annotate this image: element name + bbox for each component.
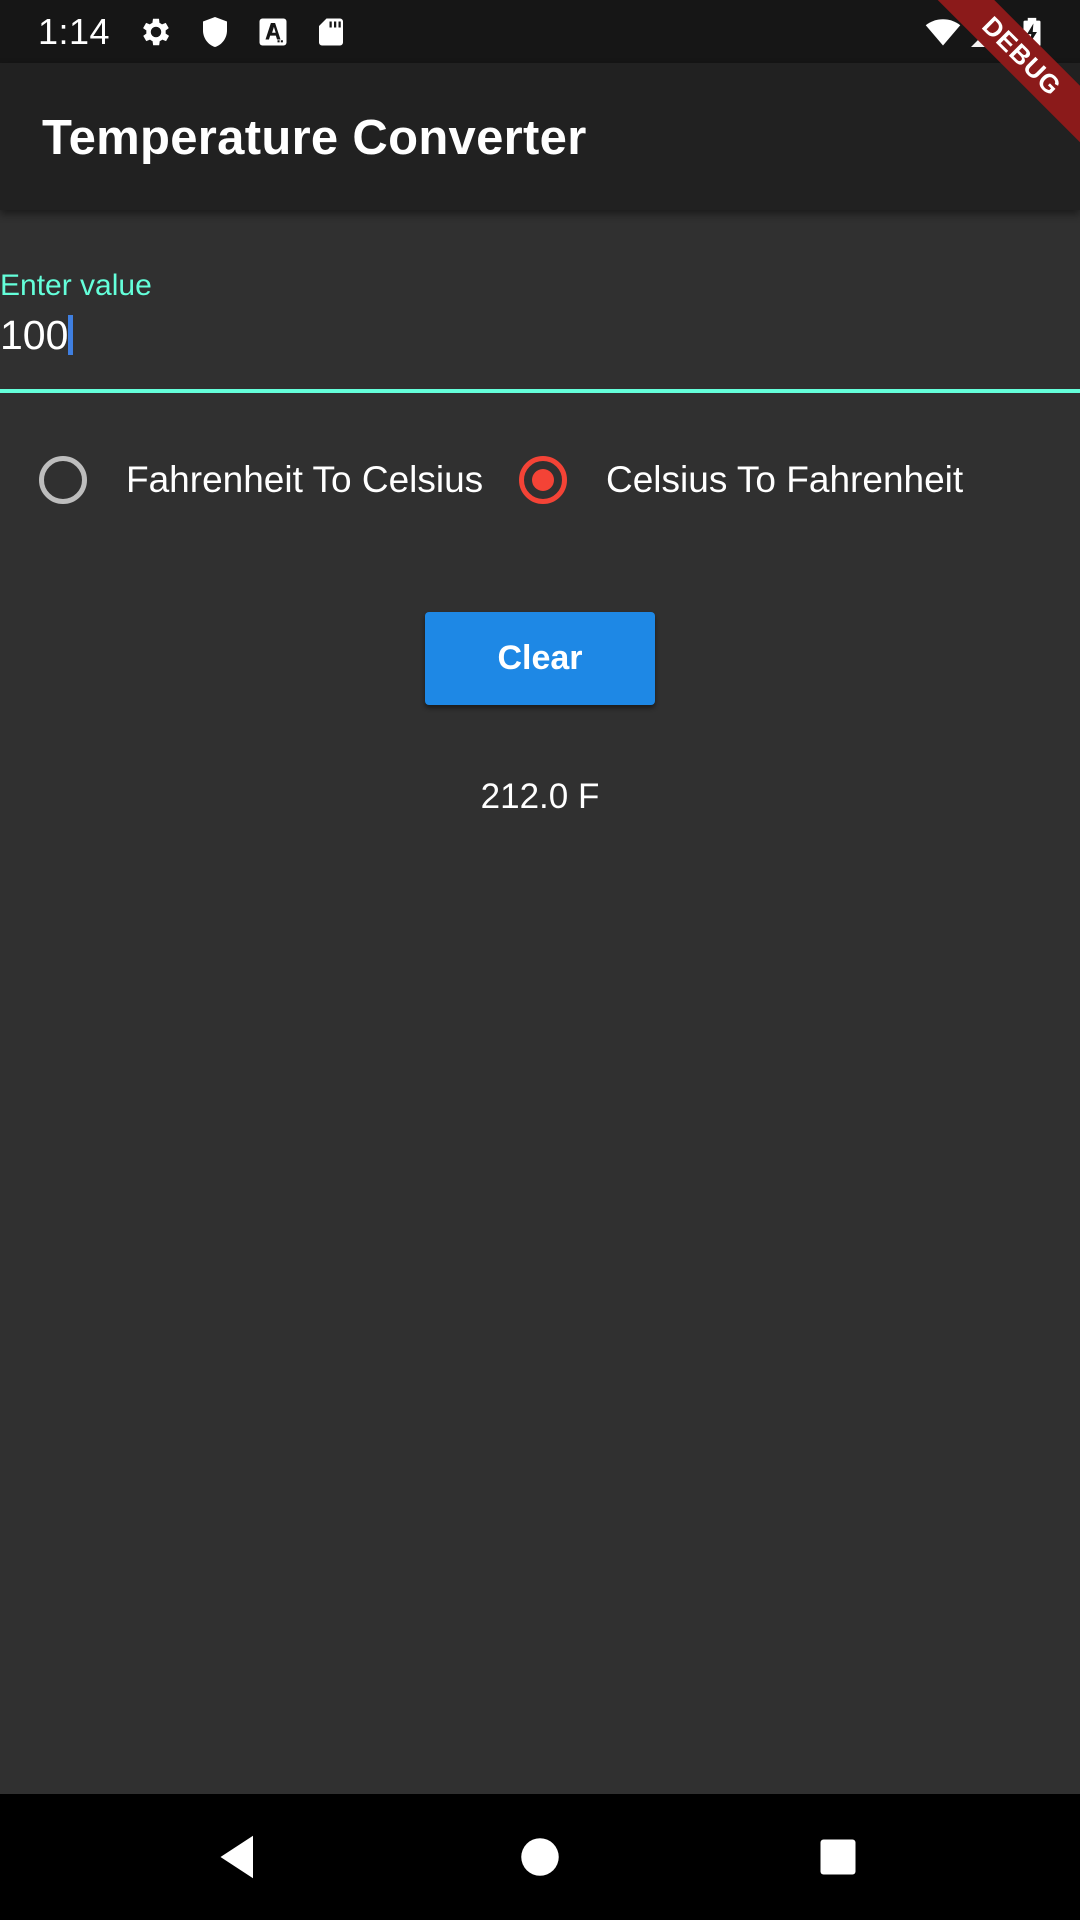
back-icon[interactable] xyxy=(208,1827,268,1887)
home-icon[interactable] xyxy=(510,1827,570,1887)
result-text: 212.0 F xyxy=(480,777,600,816)
page-title: Temperature Converter xyxy=(42,111,587,165)
text-a-icon xyxy=(255,14,291,50)
radio-fahrenheit-to-celsius[interactable] xyxy=(39,445,87,515)
debug-banner: DEBUG xyxy=(920,0,1080,160)
status-time: 1:14 xyxy=(38,11,111,52)
radio-dot xyxy=(532,469,554,491)
value-input-text: 100 xyxy=(0,312,69,358)
app-bar: Temperature Converter xyxy=(0,63,1080,210)
debug-label: DEBUG xyxy=(920,0,1080,160)
shield-icon xyxy=(197,14,233,50)
status-bar: 1:14 xyxy=(0,0,1080,63)
sd-card-icon xyxy=(313,14,349,50)
value-input-underline xyxy=(0,389,1080,393)
clear-button[interactable]: Clear xyxy=(425,612,655,705)
radio-label-fahrenheit-to-celsius[interactable]: Fahrenheit To Celsius xyxy=(126,458,483,502)
radio-label-celsius-to-fahrenheit[interactable]: Celsius To Fahrenheit xyxy=(606,458,963,502)
value-input[interactable]: 100 xyxy=(0,305,1080,365)
radio-button-selected[interactable] xyxy=(519,456,567,504)
radio-button-unselected[interactable] xyxy=(39,456,87,504)
recents-icon[interactable] xyxy=(808,1827,868,1887)
settings-icon xyxy=(138,14,174,50)
screen: 1:14 DEBUG Temperature Converter Enter v… xyxy=(0,0,1080,1920)
radio-celsius-to-fahrenheit[interactable] xyxy=(519,445,567,515)
value-field-label: Enter value xyxy=(0,269,152,302)
navigation-bar xyxy=(0,1794,1080,1920)
text-caret xyxy=(68,315,74,355)
